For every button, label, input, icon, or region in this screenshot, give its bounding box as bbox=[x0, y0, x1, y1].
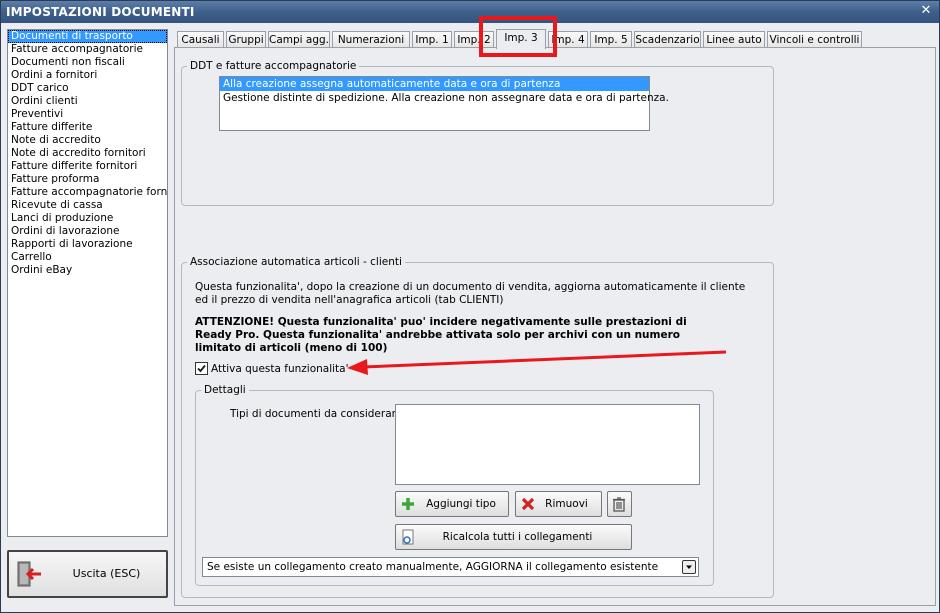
document-list-item[interactable]: DDT carico bbox=[8, 82, 167, 95]
document-list-item[interactable]: Fatture accompagnatorie fornito bbox=[8, 186, 167, 199]
settings-window: IMPOSTAZIONI DOCUMENTI ✕ Documenti di tr… bbox=[0, 0, 940, 613]
ddt-option-shipping-lists[interactable]: Gestione distinte di spedizione. Alla cr… bbox=[220, 91, 669, 105]
close-icon[interactable]: ✕ bbox=[919, 4, 933, 18]
activate-feature-label[interactable]: Attiva questa funzionalita' bbox=[211, 362, 349, 376]
link-update-select[interactable]: Se esiste un collegamento creato manualm… bbox=[202, 557, 699, 577]
document-list-item[interactable]: Ricevute di cassa bbox=[8, 199, 167, 212]
checkmark-icon bbox=[197, 364, 206, 373]
recalculate-links-button[interactable]: Ricalcola tutti i collegamenti bbox=[395, 524, 632, 550]
association-description-2: ed il prezzo di vendita nell'anagrafica … bbox=[195, 294, 504, 306]
document-list-item[interactable]: Fatture proforma bbox=[8, 173, 167, 186]
add-type-button[interactable]: Aggiungi tipo bbox=[395, 491, 509, 517]
remove-button[interactable]: Rimuovi bbox=[515, 491, 602, 517]
remove-label: Rimuovi bbox=[545, 498, 588, 510]
association-description-1: Questa funzionalita', dopo la creazione … bbox=[195, 281, 746, 293]
document-type-list[interactable]: Documenti di trasporto Fatture accompagna… bbox=[7, 29, 168, 537]
tab-numerazioni[interactable]: Numerazioni bbox=[332, 31, 410, 48]
tab-causali[interactable]: Causali bbox=[177, 31, 224, 48]
tab-campi-agg[interactable]: Campi agg. bbox=[268, 31, 330, 48]
tab-imp-1[interactable]: Imp. 1 bbox=[412, 31, 452, 48]
document-list-item[interactable]: Note di accredito fornitori bbox=[8, 147, 167, 160]
red-arrow-annotation bbox=[347, 350, 727, 375]
tab-strip: Causali Gruppi Campi agg. Numerazioni Imp. 1… bbox=[177, 29, 937, 49]
document-types-label: Tipi di documenti da considerare: bbox=[230, 408, 406, 420]
exit-button-label: Uscita (ESC) bbox=[72, 567, 141, 580]
details-group-legend: Dettagli bbox=[201, 383, 249, 397]
plus-icon bbox=[402, 498, 414, 510]
title-bar: IMPOSTAZIONI DOCUMENTI ✕ bbox=[1, 1, 939, 23]
tab-linee-auto[interactable]: Linee auto bbox=[703, 31, 765, 48]
association-warning-2: Ready Pro. Questa funzionalita' andrebbe… bbox=[195, 329, 680, 341]
document-list-item[interactable]: Lanci di produzione bbox=[8, 212, 167, 225]
document-list-item[interactable]: Documenti non fiscali bbox=[8, 56, 167, 69]
tab-scadenzario[interactable]: Scadenzario bbox=[634, 31, 701, 48]
add-type-label: Aggiungi tipo bbox=[426, 498, 496, 510]
trash-icon bbox=[613, 497, 625, 512]
ddt-option-auto-date[interactable]: Alla creazione assegna automaticamente d… bbox=[220, 77, 649, 91]
document-list-item[interactable]: Fatture differite bbox=[8, 121, 167, 134]
tab-vincoli-e-controlli[interactable]: Vincoli e controlli bbox=[767, 31, 862, 48]
dropdown-arrow-icon[interactable] bbox=[682, 560, 696, 574]
document-list-item[interactable]: Ordini eBay bbox=[8, 264, 167, 277]
document-list-item[interactable]: Ordini di lavorazione bbox=[8, 225, 167, 238]
recalculate-links-label: Ricalcola tutti i collegamenti bbox=[442, 531, 593, 543]
trash-button[interactable] bbox=[607, 491, 632, 517]
document-list-item[interactable]: Carrello bbox=[8, 251, 167, 264]
highlight-annotation-box bbox=[479, 16, 557, 57]
exit-button[interactable]: Uscita (ESC) bbox=[7, 550, 168, 598]
document-list-item[interactable]: Rapporti di lavorazione bbox=[8, 238, 167, 251]
association-warning-1: ATTENZIONE! Questa funzionalita' puo' in… bbox=[195, 316, 687, 328]
association-group-legend: Associazione automatica articoli - clien… bbox=[187, 255, 405, 269]
tab-gruppi[interactable]: Gruppi bbox=[226, 31, 266, 48]
ddt-option-list[interactable]: Alla creazione assegna automaticamente d… bbox=[219, 76, 669, 131]
tab-imp-5[interactable]: Imp. 5 bbox=[590, 31, 632, 48]
document-list-item[interactable]: Fatture accompagnatorie bbox=[8, 43, 167, 56]
exit-door-icon bbox=[17, 561, 41, 587]
red-x-icon bbox=[521, 497, 535, 511]
document-list-item[interactable]: Fatture differite fornitori bbox=[8, 160, 167, 173]
ddt-group-legend: DDT e fatture accompagnatorie bbox=[187, 59, 360, 73]
document-list-item[interactable]: Note di accredito bbox=[8, 134, 167, 147]
document-list-item[interactable]: Ordini a fornitori bbox=[8, 69, 167, 82]
document-types-list[interactable] bbox=[395, 404, 700, 485]
document-list-item[interactable]: Preventivi bbox=[8, 108, 167, 121]
window-title: IMPOSTAZIONI DOCUMENTI bbox=[6, 5, 195, 19]
activate-feature-checkbox[interactable] bbox=[195, 362, 208, 375]
document-list-item[interactable]: Documenti di trasporto bbox=[8, 30, 167, 43]
link-update-select-value: Se esiste un collegamento creato manualm… bbox=[207, 561, 659, 573]
document-refresh-icon bbox=[402, 529, 414, 545]
document-list-item[interactable]: Ordini clienti bbox=[8, 95, 167, 108]
